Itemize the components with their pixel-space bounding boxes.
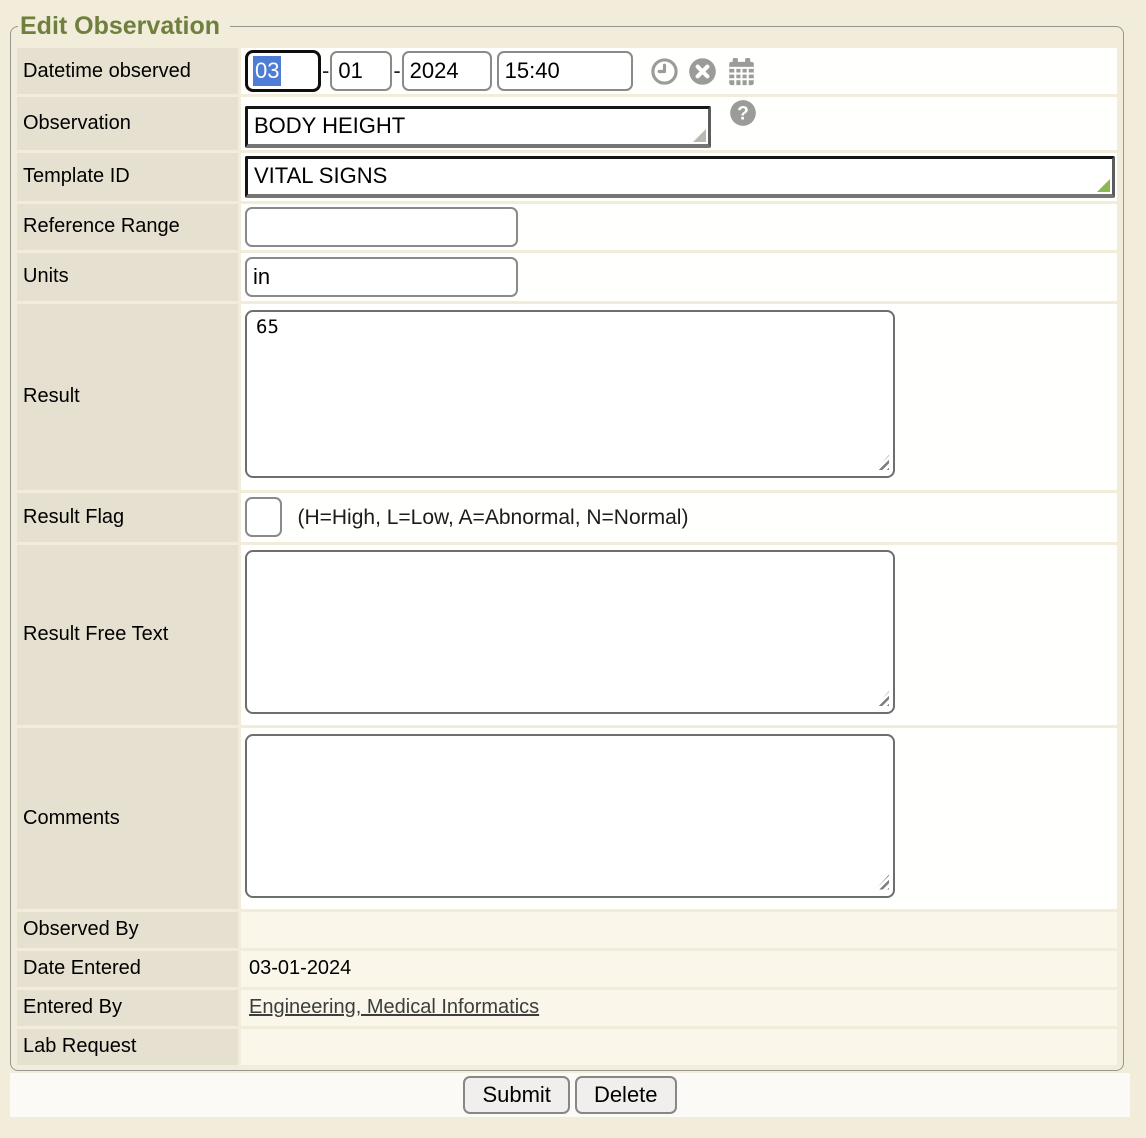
result-flag-hint: (H=High, L=Low, A=Abnormal, N=Normal) — [297, 506, 688, 529]
comments-textarea[interactable] — [245, 734, 895, 898]
form-title: Edit Observation — [18, 12, 230, 41]
observed-by-label: Observed By — [17, 912, 238, 948]
datetime-year-input[interactable] — [402, 51, 492, 91]
lab-request-label: Lab Request — [17, 1029, 238, 1065]
resize-corner-icon — [693, 129, 706, 142]
row-reference-range: Reference Range — [17, 204, 1117, 250]
result-label: Result — [17, 304, 238, 490]
date-separator: - — [393, 58, 400, 84]
reference-range-label: Reference Range — [17, 204, 238, 250]
result-textarea[interactable]: 65 — [245, 310, 895, 478]
observation-label: Observation — [17, 97, 238, 150]
observation-fields-table: Datetime observed 03 - - — [14, 45, 1120, 1068]
row-entered-by: Entered By Engineering, Medical Informat… — [17, 990, 1117, 1026]
template-id-input[interactable] — [245, 156, 1115, 198]
reference-range-input[interactable] — [245, 207, 518, 247]
row-observation: Observation ? — [17, 97, 1117, 150]
row-date-entered: Date Entered 03-01-2024 — [17, 951, 1117, 987]
row-observed-by: Observed By — [17, 912, 1117, 948]
comments-label: Comments — [17, 728, 238, 909]
entered-by-link[interactable]: Engineering, Medical Informatics — [249, 996, 539, 1018]
result-flag-label: Result Flag — [17, 493, 238, 542]
edit-observation-form: Edit Observation Datetime observed 03 - … — [10, 12, 1124, 1071]
submit-button[interactable]: Submit — [463, 1076, 569, 1114]
template-id-label: Template ID — [17, 153, 238, 201]
selected-month-text: 03 — [253, 56, 281, 86]
units-label: Units — [17, 253, 238, 301]
result-free-text-textarea[interactable] — [245, 550, 895, 714]
delete-button[interactable]: Delete — [575, 1076, 677, 1114]
observed-by-value — [241, 912, 1117, 948]
row-result: Result 65 — [17, 304, 1117, 490]
row-result-flag: Result Flag (H=High, L=Low, A=Abnormal, … — [17, 493, 1117, 542]
result-free-text-label: Result Free Text — [17, 545, 238, 725]
clock-icon[interactable] — [650, 57, 679, 86]
row-comments: Comments — [17, 728, 1117, 909]
row-datetime-observed: Datetime observed 03 - - — [17, 48, 1117, 94]
result-flag-input[interactable] — [245, 497, 282, 537]
row-result-free-text: Result Free Text — [17, 545, 1117, 725]
date-entered-label: Date Entered — [17, 951, 238, 987]
resize-corner-icon — [1097, 179, 1110, 192]
date-separator: - — [322, 58, 329, 84]
lab-request-value — [241, 1029, 1117, 1065]
entered-by-label: Entered By — [17, 990, 238, 1026]
svg-text:?: ? — [738, 103, 750, 124]
date-entered-value: 03-01-2024 — [241, 951, 1117, 987]
form-actions: Submit Delete — [10, 1073, 1130, 1117]
datetime-day-input[interactable] — [330, 51, 392, 91]
x-circle-icon[interactable] — [688, 57, 717, 86]
row-lab-request: Lab Request — [17, 1029, 1117, 1065]
units-input[interactable] — [245, 257, 518, 297]
row-template-id: Template ID — [17, 153, 1117, 201]
row-units: Units — [17, 253, 1117, 301]
datetime-month-input[interactable]: 03 — [245, 50, 321, 92]
datetime-time-input[interactable] — [497, 51, 633, 91]
observation-input[interactable] — [245, 106, 711, 148]
datetime-observed-label: Datetime observed — [17, 48, 238, 94]
calendar-icon[interactable] — [726, 56, 757, 87]
question-mark-icon[interactable]: ? — [729, 99, 757, 127]
